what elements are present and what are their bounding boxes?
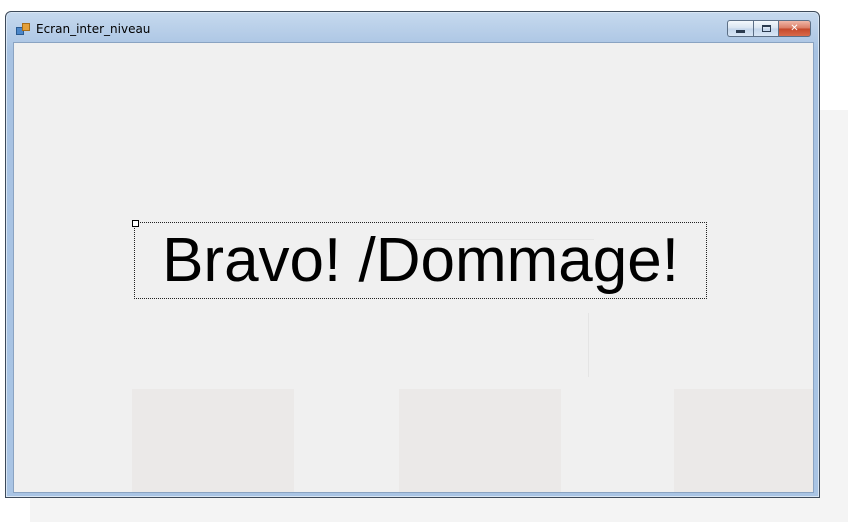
minimize-icon [736,29,745,33]
result-label-box[interactable]: Bravo! /Dommage! [132,220,707,299]
background-ghost-thumbnail [132,389,294,492]
maximize-button[interactable] [753,20,779,37]
window-controls: ✕ [727,20,811,38]
background-ghost-thumbnail [399,389,561,492]
selection-handle[interactable] [132,220,139,227]
result-label: Bravo! /Dommage! [162,226,679,295]
close-button[interactable]: ✕ [779,20,811,37]
maximize-icon [761,25,771,32]
title-bar[interactable]: Ecran_inter_niveau ✕ [6,12,819,42]
minimize-button[interactable] [727,20,753,37]
background-ghost-thumbnail [674,389,813,492]
window-title: Ecran_inter_niveau [36,22,151,36]
close-icon: ✕ [790,23,799,34]
form-client-area: Bravo! /Dommage! [13,42,814,493]
form-window: Ecran_inter_niveau ✕ Bravo! /Dommage! [5,11,820,498]
app-form-icon [16,23,30,35]
background-ghost-divider [588,313,589,377]
